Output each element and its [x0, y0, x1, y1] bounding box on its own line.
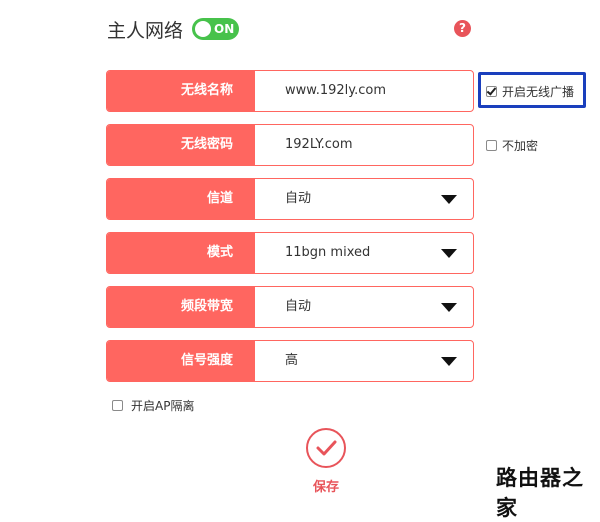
password-label: 无线密码 [107, 125, 255, 165]
chevron-down-icon[interactable] [441, 195, 457, 204]
channel-select[interactable]: 自动 [285, 179, 311, 219]
check-icon [316, 440, 337, 456]
password-row: 无线密码 192LY.com [106, 124, 474, 166]
ap-isolation-label: 开启AP隔离 [131, 399, 195, 413]
checkbox-box[interactable] [486, 86, 497, 97]
mode-row[interactable]: 模式 11bgn mixed [106, 232, 474, 274]
signal-select[interactable]: 高 [285, 341, 298, 381]
ssid-label: 无线名称 [107, 71, 255, 111]
toggle-knob [195, 21, 211, 37]
network-toggle[interactable]: ON [192, 18, 239, 40]
mode-select[interactable]: 11bgn mixed [285, 233, 370, 273]
checkbox-box[interactable] [112, 400, 123, 411]
mode-label: 模式 [107, 233, 255, 273]
ssid-row: 无线名称 www.192ly.com [106, 70, 474, 112]
signal-row[interactable]: 信号强度 高 [106, 340, 474, 382]
help-icon[interactable]: ? [454, 20, 471, 37]
chevron-down-icon[interactable] [441, 303, 457, 312]
channel-row[interactable]: 信道 自动 [106, 178, 474, 220]
chevron-down-icon[interactable] [441, 249, 457, 258]
ap-isolation-checkbox[interactable]: 开启AP隔离 [112, 397, 194, 414]
toggle-label: ON [214, 22, 235, 36]
checkbox-box[interactable] [486, 140, 497, 151]
no-encrypt-label: 不加密 [502, 139, 539, 153]
save-label[interactable]: 保存 [313, 476, 339, 495]
bandwidth-row[interactable]: 频段带宽 自动 [106, 286, 474, 328]
password-input[interactable]: 192LY.com [285, 125, 353, 165]
save-button[interactable] [306, 428, 346, 468]
chevron-down-icon[interactable] [441, 357, 457, 366]
broadcast-checkbox[interactable]: 开启无线广播 [486, 83, 574, 100]
broadcast-label: 开启无线广播 [502, 85, 575, 99]
bandwidth-label: 频段带宽 [107, 287, 255, 327]
ssid-input[interactable]: www.192ly.com [285, 71, 386, 111]
channel-label: 信道 [107, 179, 255, 219]
page-title: 主人网络 [107, 20, 184, 42]
no-encrypt-checkbox[interactable]: 不加密 [486, 137, 538, 154]
bandwidth-select[interactable]: 自动 [285, 287, 311, 327]
watermark: 路由器之家 [496, 466, 584, 520]
signal-label: 信号强度 [107, 341, 255, 381]
